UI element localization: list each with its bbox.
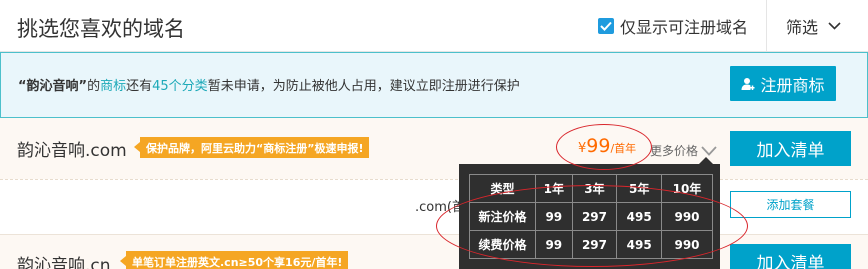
price-table-header: 类型 1年 3年 5年 10年 [469,174,713,203]
price-table-row: 续费价格 99 297 495 990 [469,230,713,259]
price-cell: 297 [571,202,618,231]
trademark-link[interactable]: 商标 [100,79,126,94]
add-package-button[interactable]: 添加套餐 [730,191,851,218]
price-cell: 495 [616,202,663,231]
price-table-header-cell: 1年 [535,174,573,203]
notice-text: “韵沁音响”的商标还有45个分类暂未申请，为防止被他人占用，建议立即注册进行保护 [18,75,520,94]
chevron-down-icon [828,22,841,30]
promo-tag: 保护品牌，阿里云助力“商标注册”极速申报! [133,137,370,158]
price-table-row: 新注价格 99 297 495 990 [469,202,713,231]
price-cell: 990 [661,202,713,231]
price-type-cell: 续费价格 [469,230,536,259]
add-to-list-button[interactable]: 加入清单 [730,244,851,269]
price-cell: 99 [535,230,573,259]
price-table-header-cell: 10年 [661,174,713,203]
price-unit: /首年 [610,142,637,155]
domain-name[interactable]: 韵沁音响.cn [17,251,111,269]
register-trademark-label[interactable]: 注册商标 [760,72,824,96]
domain-name[interactable]: 韵沁音响.com [17,136,127,161]
available-only-label[interactable]: 仅显示可注册域名 [620,14,748,38]
add-to-list-button[interactable]: 加入清单 [730,131,851,166]
register-trademark-button[interactable]: 注册商标 [730,66,836,101]
notice-text-part: 还有 [126,79,153,94]
price-cell: 99 [535,202,573,231]
page-title: 挑选您喜欢的域名 [17,17,185,41]
notice-text-part: 暂未申请，为防止被他人占用，建议立即注册进行保护 [207,79,520,94]
checkbox-checked-icon[interactable] [598,18,614,34]
trademark-notice: “韵沁音响”的商标还有45个分类暂未申请，为防止被他人占用，建议立即注册进行保护… [0,52,868,118]
chevron-down-icon [701,145,717,156]
available-only-filter[interactable]: 仅显示可注册域名 [598,0,748,52]
header-divider [766,0,767,52]
price-table-header-cell: 类型 [469,174,536,203]
notice-brand-name: “韵沁音响” [18,79,88,94]
price-type-cell: 新注价格 [469,202,536,231]
domain-price: ¥ 99 /首年 [578,135,636,157]
categories-link[interactable]: 45个分类 [152,79,208,94]
price-table-header-cell: 3年 [571,174,618,203]
price-table: 类型 1年 3年 5年 10年 新注价格 99 297 495 990 续费价格… [469,174,713,259]
price-table-header-cell: 5年 [616,174,663,203]
page-header: 挑选您喜欢的域名 仅显示可注册域名 筛选 [0,0,868,52]
filter-dropdown[interactable]: 筛选 [786,0,841,52]
more-price-label[interactable]: 更多价格 [650,142,698,159]
filter-dropdown-label[interactable]: 筛选 [786,14,818,38]
price-amount: 99 [586,135,611,157]
price-cell: 495 [616,230,663,259]
price-cell: 990 [661,230,713,259]
price-currency: ¥ [578,141,587,156]
notice-text-part: 的 [87,79,101,94]
price-tooltip: 类型 1年 3年 5年 10年 新注价格 99 297 495 990 续费价格… [459,157,720,269]
user-plus-icon [741,77,755,90]
promo-tag: 单笔订单注册英文.cn≥50个享16元/首年! [119,251,349,269]
price-cell: 297 [571,230,618,259]
domain-fragment: .com(首 [415,200,465,215]
